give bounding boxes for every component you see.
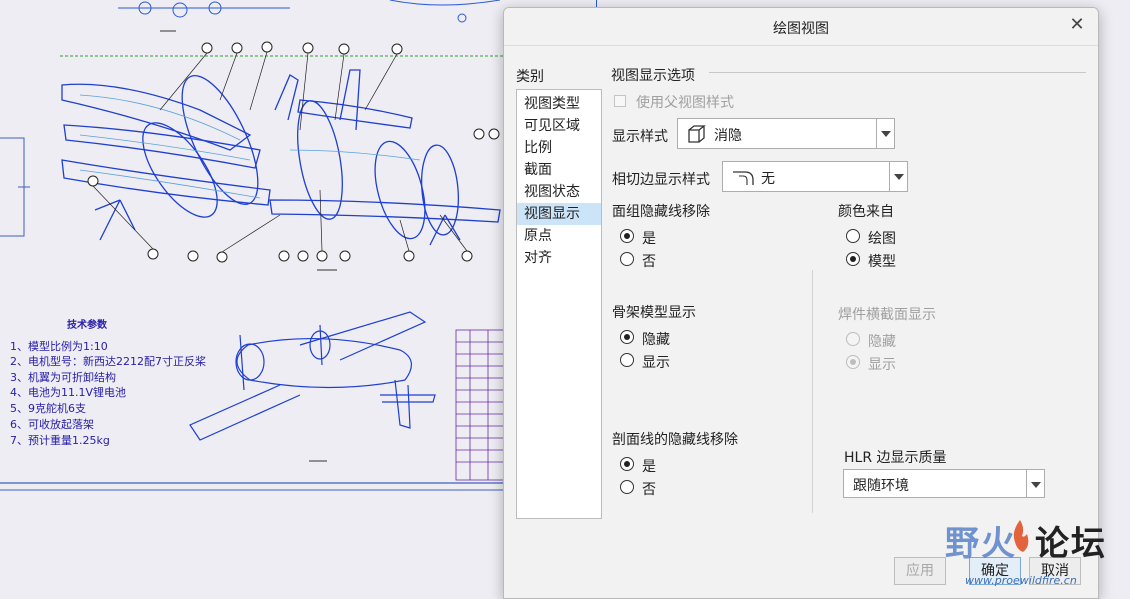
skeleton-hide-radio[interactable] bbox=[620, 330, 634, 344]
face-hidden-label: 面组隐藏线移除 bbox=[612, 204, 710, 220]
category-list[interactable]: 视图类型 可见区域 比例 截面 视图状态 视图显示 原点 对齐 bbox=[516, 89, 602, 519]
chevron-down-icon[interactable] bbox=[889, 162, 907, 191]
skeleton-show-label: 显示 bbox=[642, 355, 670, 371]
chevron-down-icon[interactable] bbox=[1026, 470, 1044, 497]
watermark-url: www.proewildfire.cn bbox=[965, 574, 1077, 587]
face-hidden-no-label: 否 bbox=[642, 254, 656, 270]
tangent-edge-label: 相切边显示样式 bbox=[612, 172, 710, 188]
category-item-origin[interactable]: 原点 bbox=[517, 225, 601, 247]
skeleton-show-radio[interactable] bbox=[620, 353, 634, 367]
use-parent-style-label: 使用父视图样式 bbox=[636, 95, 734, 111]
color-from-drawing-label: 绘图 bbox=[868, 231, 896, 247]
skeleton-hide-label: 隐藏 bbox=[642, 332, 670, 348]
close-icon[interactable]: ✕ bbox=[1066, 14, 1088, 36]
chevron-down-icon[interactable] bbox=[876, 119, 894, 148]
dialog-title: 绘图视图 bbox=[773, 21, 829, 37]
weld-show-label: 显示 bbox=[868, 357, 896, 373]
display-style-select[interactable]: 消隐 bbox=[677, 118, 895, 149]
tangent-edge-value: 无 bbox=[761, 171, 775, 187]
display-style-value: 消隐 bbox=[714, 128, 742, 144]
color-from-label: 颜色来自 bbox=[838, 204, 894, 220]
tech-note: 2、电机型号：新西达2212配7寸正反桨 bbox=[10, 355, 206, 368]
tech-note: 6、可收放起落架 bbox=[10, 418, 94, 431]
category-item-view-state[interactable]: 视图状态 bbox=[517, 181, 601, 203]
color-from-model-radio[interactable] bbox=[846, 252, 860, 266]
tangent-edge-icon bbox=[733, 171, 754, 185]
category-item-view-display[interactable]: 视图显示 bbox=[517, 203, 601, 225]
color-from-model-label: 模型 bbox=[868, 254, 896, 270]
face-hidden-no-radio[interactable] bbox=[620, 252, 634, 266]
tech-notes-title: 技术参数 bbox=[67, 320, 107, 331]
cube-icon bbox=[688, 125, 706, 143]
watermark-brand-b: 论坛 bbox=[1035, 524, 1107, 564]
column-divider bbox=[812, 270, 813, 513]
weld-hide-label: 隐藏 bbox=[868, 334, 896, 350]
category-item-section[interactable]: 截面 bbox=[517, 159, 601, 181]
category-item-alignment[interactable]: 对齐 bbox=[517, 247, 601, 269]
use-parent-style-checkbox[interactable] bbox=[614, 95, 626, 107]
drawing-view-dialog: 绘图视图 ✕ 类别 视图类型 可见区域 比例 截面 视图状态 视图显示 原点 对… bbox=[503, 7, 1099, 599]
section-hidden-yes-label: 是 bbox=[642, 459, 656, 475]
skeleton-display-label: 骨架模型显示 bbox=[612, 305, 696, 321]
weld-display-label: 焊件横截面显示 bbox=[838, 307, 936, 323]
dialog-titlebar[interactable]: 绘图视图 ✕ bbox=[504, 8, 1098, 46]
category-label: 类别 bbox=[516, 69, 544, 85]
display-style-label: 显示样式 bbox=[612, 129, 668, 145]
group-title: 视图显示选项 bbox=[611, 68, 695, 84]
hlr-quality-value: 跟随环境 bbox=[853, 478, 909, 494]
hlr-quality-select[interactable]: 跟随环境 bbox=[843, 469, 1045, 498]
weld-show-radio[interactable] bbox=[846, 355, 860, 369]
category-item-scale[interactable]: 比例 bbox=[517, 137, 601, 159]
hlr-quality-label: HLR 边显示质量 bbox=[844, 450, 947, 466]
tech-note: 5、9克舵机6支 bbox=[10, 402, 86, 415]
group-divider bbox=[709, 72, 1086, 73]
section-hidden-no-radio[interactable] bbox=[620, 480, 634, 494]
section-hidden-label: 剖面线的隐藏线移除 bbox=[612, 432, 738, 448]
tech-note: 3、机翼为可折卸结构 bbox=[10, 371, 116, 384]
flame-icon bbox=[1013, 520, 1029, 552]
category-item-visible-area[interactable]: 可见区域 bbox=[517, 115, 601, 137]
weld-hide-radio[interactable] bbox=[846, 332, 860, 346]
tech-note: 7、预计重量1.25kg bbox=[10, 434, 110, 447]
category-item-view-type[interactable]: 视图类型 bbox=[517, 93, 601, 115]
section-hidden-yes-radio[interactable] bbox=[620, 457, 634, 471]
section-hidden-no-label: 否 bbox=[642, 482, 656, 498]
face-hidden-yes-radio[interactable] bbox=[620, 229, 634, 243]
tech-note: 4、电池为11.1V锂电池 bbox=[10, 386, 127, 399]
forum-watermark: 野火 论坛 www.proewildfire.cn bbox=[935, 516, 1125, 599]
face-hidden-yes-label: 是 bbox=[642, 231, 656, 247]
color-from-drawing-radio[interactable] bbox=[846, 229, 860, 243]
tech-note: 1、模型比例为1:10 bbox=[10, 340, 108, 353]
tangent-edge-select[interactable]: 无 bbox=[722, 161, 908, 192]
